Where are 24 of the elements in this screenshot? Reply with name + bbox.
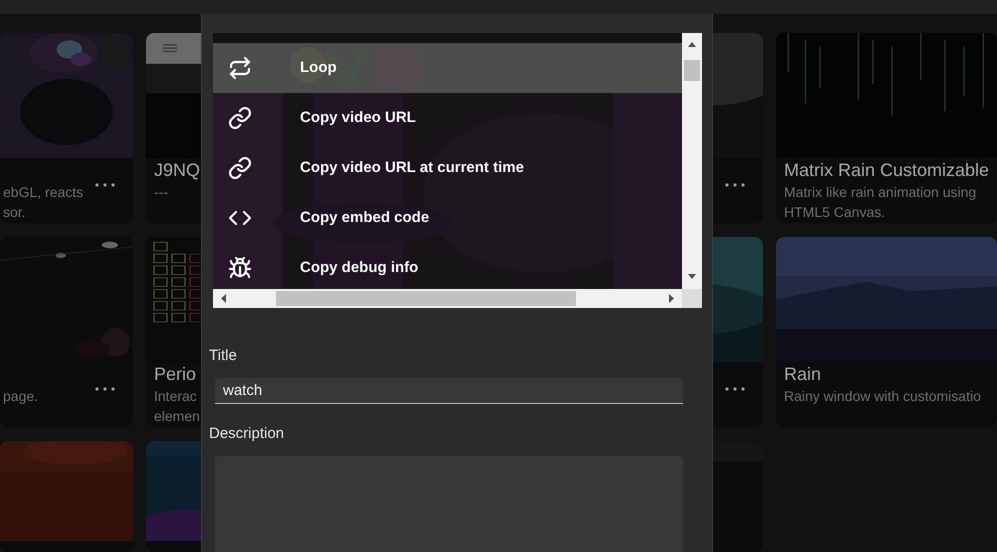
field-label: Title xyxy=(209,347,238,365)
scrollbar-corner xyxy=(682,289,702,308)
more-icon[interactable] xyxy=(725,387,745,391)
card-description: Interac xyxy=(154,387,198,406)
more-icon[interactable] xyxy=(725,183,745,187)
field-label: Description xyxy=(209,425,286,444)
card-title: Rain xyxy=(784,363,822,386)
card-description: elemen xyxy=(154,407,200,426)
card-title: Perio xyxy=(154,363,198,386)
project-card[interactable]: ebGL, reacts sor. xyxy=(0,33,133,223)
card-title: J9NQ xyxy=(154,159,200,182)
card-description: --- xyxy=(154,183,169,202)
more-icon[interactable] xyxy=(95,387,115,391)
card-description: page. xyxy=(3,387,38,406)
card-description: Matrix like rain animation using xyxy=(784,183,978,202)
card-description: ebGL, reacts xyxy=(3,183,84,202)
card-description: sor. xyxy=(3,203,27,222)
project-card[interactable]: Rain Rainy window with customisatio xyxy=(776,237,997,427)
card-title: Matrix Rain Customizable xyxy=(784,159,990,182)
project-card[interactable]: Matrix Rain Customizable Matrix like rain animation using HTML5 Canvas. xyxy=(776,33,997,223)
title-field[interactable]: watch xyxy=(215,378,683,404)
card-description: HTML5 Canvas. xyxy=(784,203,886,222)
more-icon[interactable] xyxy=(95,183,115,187)
card-description: Rainy window with customisatio xyxy=(784,387,981,406)
